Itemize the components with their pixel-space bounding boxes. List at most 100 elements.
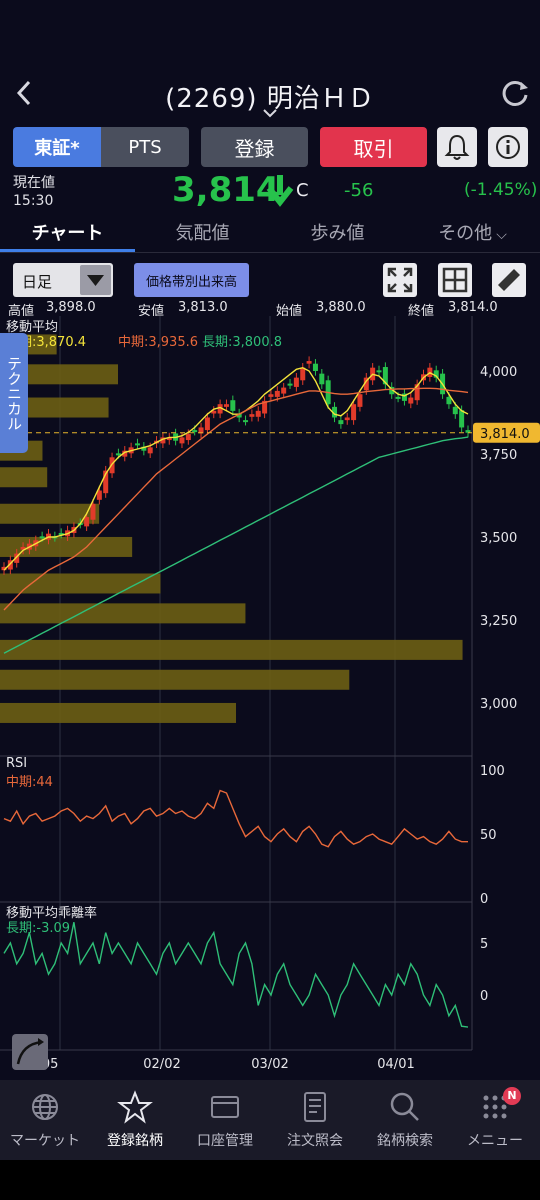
candle-body-36 — [230, 400, 236, 411]
down-arrow-icon — [266, 175, 294, 207]
volume-by-price-button[interactable]: 価格帯別出来高 — [134, 263, 249, 297]
candle-body-56 — [357, 394, 363, 407]
nav-watchlist[interactable]: 登録銘柄 — [90, 1080, 180, 1160]
candle-body-32 — [204, 417, 210, 431]
nav-menu-label: メニュー — [467, 1133, 523, 1149]
tab-other[interactable]: その他 ⌵ — [405, 214, 540, 254]
y-tick-label-1: 3,750 — [480, 448, 517, 463]
x-tick-label-1: 02/02 — [143, 1057, 180, 1072]
chevron-down-icon[interactable] — [258, 106, 282, 122]
candle-body-13 — [84, 517, 90, 527]
expand-icon — [387, 267, 413, 293]
rsi-y-tick-0: 100 — [480, 764, 505, 779]
current-price-caption: 現在値 — [13, 175, 55, 191]
candle-body-45 — [287, 383, 293, 386]
candle-body-47 — [300, 367, 306, 381]
candle-body-23 — [147, 447, 153, 454]
candle-body-21 — [134, 443, 140, 446]
nav-orders[interactable]: 注文照会 — [270, 1080, 360, 1160]
tab-time-and-sales[interactable]: 歩み値 — [270, 214, 405, 254]
y-tick-label-0: 4,000 — [480, 365, 517, 380]
ma-legend-mid: 中期:3,935.6 — [118, 335, 198, 350]
globe-icon — [32, 1094, 58, 1120]
deviation-legend-long: 長期:-3.09 — [6, 921, 71, 936]
card-icon — [211, 1096, 239, 1118]
rsi-title: RSI — [6, 756, 28, 771]
pencil-icon — [498, 269, 520, 291]
nav-search-label: 銘柄検索 — [377, 1133, 433, 1149]
star-icon — [117, 1090, 153, 1124]
volume-profile-bar-8 — [0, 603, 246, 624]
candle-body-28 — [179, 437, 185, 444]
x-tick-label-3: 04/01 — [377, 1057, 414, 1072]
dropdown-triangle-icon — [87, 275, 104, 286]
deviation-y-tick-0: 5 — [480, 937, 488, 952]
candle-body-30 — [192, 430, 198, 433]
nav-search[interactable]: 銘柄検索 — [360, 1080, 450, 1160]
price-chart[interactable]: 3,814.0 4,0003,7503,5003,2503,0001005005… — [0, 316, 540, 1080]
price-time: 15:30 — [13, 193, 54, 209]
ma-legend-long: 長期:3,800.8 — [202, 335, 282, 350]
exchange-tosho-button[interactable]: 東証* — [13, 127, 101, 167]
period-select-value: 日足 — [22, 273, 53, 291]
candle-body-14 — [90, 503, 96, 520]
candle-body-48 — [306, 361, 312, 364]
technical-side-tab[interactable]: テクニカル — [0, 333, 28, 453]
rsi-legend-mid: 中期:44 — [6, 775, 53, 790]
nav-market[interactable]: マーケット — [0, 1080, 90, 1160]
nav-account-label: 口座管理 — [197, 1133, 253, 1149]
volume-profile-bar-4 — [0, 467, 48, 488]
refresh-icon[interactable] — [498, 76, 532, 110]
open-value: 3,880.0 — [316, 300, 366, 315]
candle-body-35 — [223, 404, 229, 407]
exchange-pts-button[interactable]: PTS — [101, 127, 189, 167]
bell-icon — [444, 134, 470, 160]
candle-body-38 — [243, 420, 249, 423]
tab-other-label: その他 — [438, 223, 493, 244]
volume-profile-bar-11 — [0, 702, 236, 723]
current-price: 3,814 — [172, 170, 280, 210]
nav-menu[interactable]: メニュー — [450, 1080, 540, 1160]
candle-body-29 — [185, 434, 191, 441]
candle-body-40 — [255, 410, 261, 417]
close-flag: C — [296, 180, 309, 201]
tab-quote-board[interactable]: 気配値 — [135, 214, 270, 254]
tab-bar: チャート 気配値 歩み値 その他 ⌵ — [0, 214, 540, 254]
x-tick-label-2: 03/02 — [251, 1057, 288, 1072]
high-value: 3,898.0 — [46, 300, 96, 315]
candle-body-46 — [293, 377, 299, 387]
info-button[interactable] — [488, 127, 528, 167]
low-value: 3,813.0 — [178, 300, 228, 315]
chevron-down-icon: ⌵ — [496, 227, 507, 243]
register-button[interactable]: 登録 — [201, 127, 308, 167]
alert-button[interactable] — [437, 127, 477, 167]
tab-chart[interactable]: チャート — [0, 214, 135, 254]
volume-profile-bar-10 — [0, 669, 350, 690]
candle-body-50 — [319, 373, 325, 385]
chart-tool-button[interactable] — [12, 1034, 48, 1070]
trade-button[interactable]: 取引 — [320, 127, 427, 167]
candle-body-53 — [338, 420, 344, 425]
candle-body-71 — [452, 406, 458, 415]
y-tick-label-3: 3,250 — [480, 614, 517, 629]
candle-body-64 — [408, 397, 414, 404]
rsi-y-tick-2: 0 — [480, 892, 488, 907]
volume-profile-bar-9 — [0, 639, 463, 660]
document-icon — [304, 1092, 326, 1122]
rsi-y-tick-1: 50 — [480, 828, 497, 843]
y-tick-label-4: 3,000 — [480, 697, 517, 712]
period-dropdown-button[interactable] — [80, 265, 111, 295]
grid-layout-icon — [442, 267, 468, 293]
draw-button[interactable] — [492, 263, 526, 297]
candle-body-54 — [344, 417, 350, 421]
info-icon — [496, 135, 520, 159]
nav-account[interactable]: 口座管理 — [180, 1080, 270, 1160]
fullscreen-button[interactable] — [383, 263, 417, 297]
y-tick-label-2: 3,500 — [480, 531, 517, 546]
layout-button[interactable] — [438, 263, 472, 297]
candle-body-43 — [274, 390, 280, 397]
candle-body-6 — [39, 536, 45, 539]
price-change-percent: (-1.45%) — [464, 180, 538, 200]
current-price-label: 現在値 15:30 — [13, 174, 55, 210]
bottom-navigation: マーケット 登録銘柄 口座管理 注文照会 銘柄検索 メニュー — [0, 1080, 540, 1160]
